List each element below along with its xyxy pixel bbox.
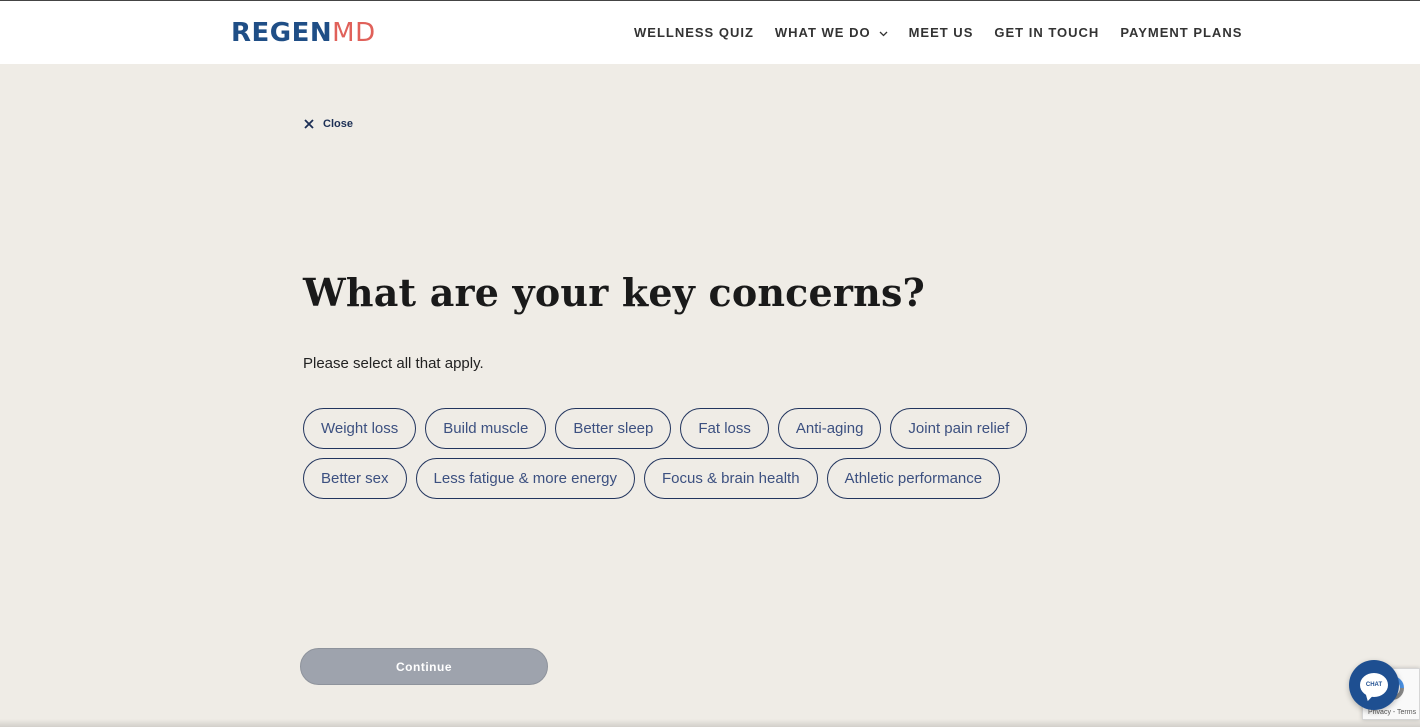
recaptcha-text: Privacy - Terms xyxy=(1368,709,1417,716)
chat-button[interactable]: CHAT xyxy=(1349,660,1399,710)
regenmd-logo[interactable]: REGENMD xyxy=(231,18,376,48)
chat-label: CHAT xyxy=(1365,682,1383,688)
main-nav: WELLNESS QUIZ WHAT WE DO MEET US GET IN … xyxy=(634,25,1242,40)
option-weight-loss[interactable]: Weight loss xyxy=(303,408,417,449)
quiz-question: What are your key concerns? xyxy=(303,270,926,315)
nav-label: WELLNESS QUIZ xyxy=(634,25,754,40)
option-better-sleep[interactable]: Better sleep xyxy=(555,408,672,449)
continue-button[interactable]: Continue xyxy=(300,648,548,685)
nav-what-we-do[interactable]: WHAT WE DO xyxy=(775,25,888,40)
close-button[interactable]: Close xyxy=(304,117,353,131)
logo-md: MD xyxy=(332,18,376,48)
option-athletic-performance[interactable]: Athletic performance xyxy=(826,458,1001,499)
close-icon xyxy=(304,117,314,131)
close-label: Close xyxy=(323,118,353,130)
nav-label: GET IN TOUCH xyxy=(994,25,1100,40)
nav-meet-us[interactable]: MEET US xyxy=(909,25,974,40)
chevron-down-icon xyxy=(879,25,888,40)
nav-wellness-quiz[interactable]: WELLNESS QUIZ xyxy=(634,25,754,40)
nav-payment-plans[interactable]: PAYMENT PLANS xyxy=(1120,25,1242,40)
logo-regen: REGEN xyxy=(231,18,333,48)
option-build-muscle[interactable]: Build muscle xyxy=(425,408,547,449)
option-anti-aging[interactable]: Anti-aging xyxy=(777,408,882,449)
nav-label: WHAT WE DO xyxy=(774,25,871,40)
nav-label: PAYMENT PLANS xyxy=(1120,25,1243,40)
nav-label: MEET US xyxy=(908,25,974,40)
option-focus-brain-health[interactable]: Focus & brain health xyxy=(643,458,818,499)
option-less-fatigue[interactable]: Less fatigue & more energy xyxy=(415,458,635,499)
option-fat-loss[interactable]: Fat loss xyxy=(680,408,769,449)
bottom-shadow xyxy=(0,719,1420,727)
option-better-sex[interactable]: Better sex xyxy=(303,458,407,499)
concern-options: Weight loss Build muscle Better sleep Fa… xyxy=(303,408,1063,499)
nav-get-in-touch[interactable]: GET IN TOUCH xyxy=(994,25,1099,40)
top-navigation-bar: REGENMD WELLNESS QUIZ WHAT WE DO MEET US… xyxy=(0,0,1420,64)
option-joint-pain-relief[interactable]: Joint pain relief xyxy=(890,408,1028,449)
quiz-instruction: Please select all that apply. xyxy=(303,355,484,372)
chat-bubble-icon: CHAT xyxy=(1360,673,1388,697)
